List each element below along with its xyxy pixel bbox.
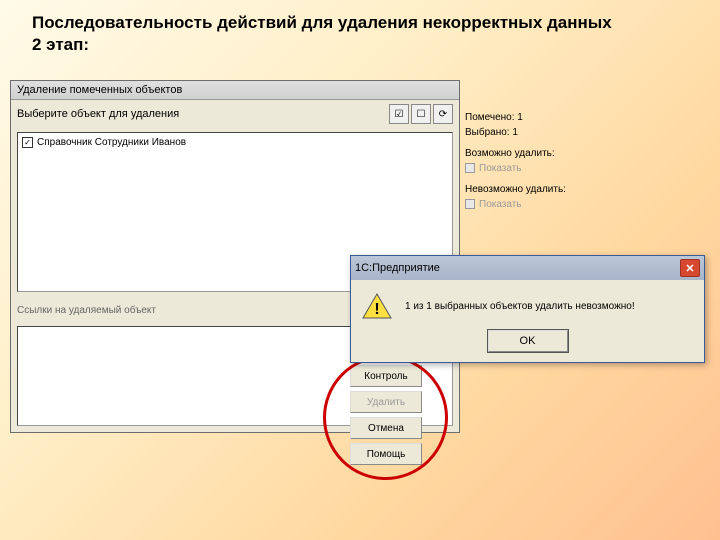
show-label-1: Показать bbox=[479, 163, 522, 174]
cancel-button[interactable]: Отмена bbox=[350, 417, 422, 439]
dialog-titlebar: 1С:Предприятие ✕ bbox=[351, 256, 704, 280]
selected-count: Выбрано: 1 bbox=[465, 125, 605, 140]
references-label: Ссылки на удаляемый объект bbox=[17, 305, 156, 316]
heading-line-1: Последовательность действий для удаления… bbox=[32, 12, 672, 34]
select-toolbar: Выберите объект для удаления ☑ ☐ ⟳ bbox=[11, 100, 459, 128]
cant-delete-label: Невозможно удалить: bbox=[465, 182, 605, 197]
side-info-panel: Помечено: 1 Выбрано: 1 Возможно удалить:… bbox=[465, 110, 605, 218]
show-checkbox-2 bbox=[465, 199, 475, 209]
toolbar-uncheck-all-icon[interactable]: ☐ bbox=[411, 104, 431, 124]
show-label-2: Показать bbox=[479, 199, 522, 210]
alert-dialog: 1С:Предприятие ✕ ! 1 из 1 выбранных объе… bbox=[350, 255, 705, 363]
heading-line-2: 2 этап: bbox=[32, 34, 672, 56]
list-item-label: Справочник Сотрудники Иванов bbox=[37, 137, 186, 148]
marked-count: Помечено: 1 bbox=[465, 110, 605, 125]
help-button[interactable]: Помощь bbox=[350, 443, 422, 465]
can-delete-label: Возможно удалить: bbox=[465, 146, 605, 161]
select-label: Выберите объект для удаления bbox=[17, 108, 179, 120]
ok-button[interactable]: OK bbox=[488, 330, 568, 352]
toolbar-check-all-icon[interactable]: ☑ bbox=[389, 104, 409, 124]
page-heading: Последовательность действий для удаления… bbox=[32, 12, 672, 56]
dialog-title: 1С:Предприятие bbox=[355, 262, 440, 274]
control-button[interactable]: Контроль bbox=[350, 365, 422, 387]
action-buttons: Контроль Удалить Отмена Помощь bbox=[350, 365, 422, 465]
show-checkbox-1 bbox=[465, 163, 475, 173]
list-item[interactable]: ✓ Справочник Сотрудники Иванов bbox=[22, 137, 448, 148]
svg-text:!: ! bbox=[374, 301, 379, 318]
warning-icon: ! bbox=[361, 292, 393, 320]
window-titlebar: Удаление помеченных объектов bbox=[11, 81, 459, 100]
toolbar-refresh-icon[interactable]: ⟳ bbox=[433, 104, 453, 124]
close-icon[interactable]: ✕ bbox=[680, 259, 700, 277]
checkbox-icon[interactable]: ✓ bbox=[22, 137, 33, 148]
delete-button[interactable]: Удалить bbox=[350, 391, 422, 413]
dialog-message: 1 из 1 выбранных объектов удалить невозм… bbox=[405, 301, 694, 312]
window-title: Удаление помеченных объектов bbox=[17, 84, 182, 96]
